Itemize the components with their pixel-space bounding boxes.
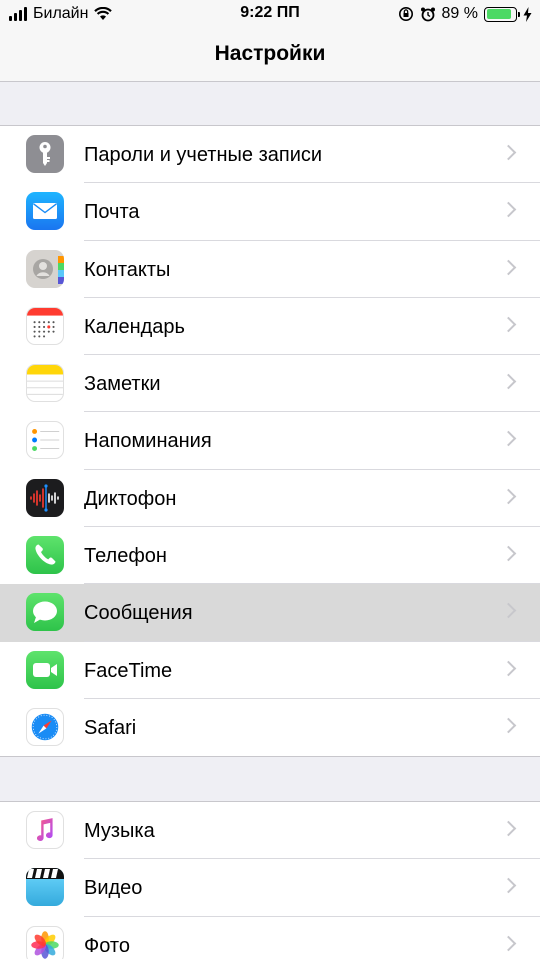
row-label: Диктофон [84, 487, 177, 510]
chevron-right-icon [500, 820, 517, 837]
chevron-right-icon [500, 144, 517, 161]
photos-icon [26, 925, 64, 959]
chevron-right-icon [500, 202, 517, 218]
chevron-right-icon [500, 316, 517, 333]
row-label: FaceTime [84, 659, 173, 682]
chevron-right-icon [500, 603, 517, 619]
key-icon [26, 135, 64, 173]
orientation-lock-icon [398, 7, 413, 21]
video-icon [26, 868, 64, 907]
row-facetime[interactable]: FaceTime [0, 642, 540, 699]
row-label: Почта [84, 201, 140, 224]
status-bar: Билайн 9:22 ПП 89 % [0, 0, 540, 28]
row-safari[interactable]: Safari [0, 699, 540, 756]
voice-memos-icon [26, 478, 64, 517]
row-mail[interactable]: Почта [0, 183, 540, 241]
chevron-right-icon [500, 935, 517, 951]
row-video[interactable]: Видео [0, 859, 540, 917]
alarm-icon [420, 7, 435, 22]
row-music[interactable]: Музыка [0, 802, 540, 860]
row-voice-memos[interactable]: Диктофон [0, 470, 540, 528]
row-label: Сообщения [84, 602, 193, 625]
chevron-right-icon [500, 488, 517, 505]
chevron-right-icon [500, 431, 517, 447]
row-contacts[interactable]: Контакты [0, 241, 540, 298]
chevron-right-icon [500, 545, 517, 562]
chevron-right-icon [500, 878, 517, 894]
row-phone[interactable]: Телефон [0, 527, 540, 585]
row-label: Видео [84, 877, 143, 900]
contacts-icon [26, 249, 64, 288]
row-label: Safari [84, 716, 137, 739]
page-title: Настройки [214, 42, 326, 65]
row-label: Музыка [84, 820, 155, 842]
mail-icon [26, 192, 64, 231]
row-reminders[interactable]: Напоминания [0, 412, 540, 470]
safari-icon [26, 707, 64, 746]
chevron-right-icon [500, 717, 517, 734]
battery-icon [484, 6, 520, 22]
music-icon [26, 811, 64, 849]
notes-icon [26, 364, 64, 403]
row-label: Фото [84, 934, 130, 957]
charging-bolt-icon [523, 6, 532, 22]
chevron-right-icon [500, 259, 517, 275]
facetime-icon [26, 650, 64, 689]
battery-percent: 89 % [441, 5, 478, 22]
phone-icon [26, 536, 64, 575]
row-messages[interactable]: Сообщения [0, 584, 540, 642]
reminders-icon [26, 421, 64, 460]
settings-group-apps: Пароли и учетные записи Почта Контакты К… [0, 125, 540, 758]
navigation-bar: Настройки [0, 28, 540, 82]
chevron-right-icon [500, 660, 517, 676]
row-calendar[interactable]: Календарь [0, 298, 540, 356]
chevron-right-icon [500, 373, 517, 390]
messages-icon [26, 593, 64, 632]
row-label: Контакты [84, 258, 171, 281]
row-label: Заметки [84, 373, 161, 396]
settings-group-media: Музыка Видео Фото [0, 801, 540, 959]
calendar-icon [26, 306, 64, 345]
row-label: Пароли и учетные записи [84, 144, 323, 166]
row-photos[interactable]: Фото [0, 917, 540, 959]
row-label: Календарь [84, 315, 185, 338]
row-label: Напоминания [84, 430, 212, 453]
row-notes[interactable]: Заметки [0, 355, 540, 413]
status-right: 89 % [398, 4, 532, 24]
row-passwords-accounts[interactable]: Пароли и учетные записи [0, 126, 540, 184]
row-label: Телефон [84, 545, 167, 568]
